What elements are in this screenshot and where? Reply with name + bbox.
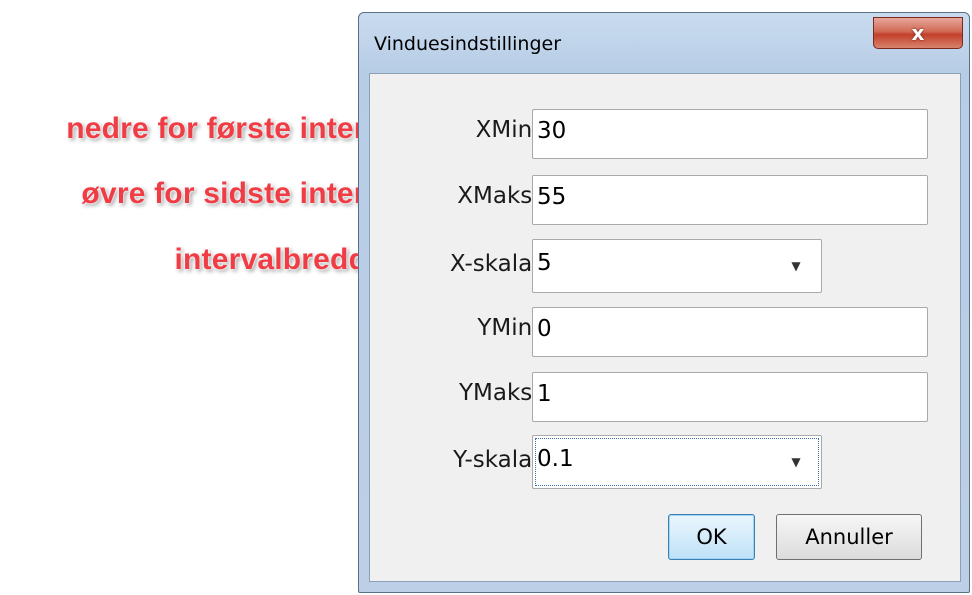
- annotation-xscale: intervalbredde: [174, 243, 384, 276]
- xmax-label: XMaks:: [457, 183, 540, 209]
- xscale-label: X-skala:: [449, 251, 540, 277]
- xmax-value: 55: [537, 184, 567, 210]
- annotation-xmin: nedre for første interval: [66, 112, 408, 145]
- ymin-row: YMin: 0: [370, 307, 960, 357]
- dialog-title: Vinduesindstillinger: [374, 33, 562, 55]
- xmin-value: 30: [537, 118, 567, 144]
- yscale-combobox[interactable]: 0.1 ▼: [532, 435, 822, 489]
- ymin-value: 0: [537, 316, 552, 342]
- ymax-input[interactable]: 1: [532, 372, 928, 422]
- xmax-row: XMaks: 55: [370, 175, 960, 225]
- ymin-input[interactable]: 0: [532, 307, 928, 357]
- xmin-input[interactable]: 30: [532, 109, 928, 159]
- close-icon: x: [911, 21, 925, 45]
- dialog-body: XMin: 30 XMaks: 55 X-skala: 5 ▼ YMin: 0: [369, 73, 961, 582]
- yscale-value: 0.1: [537, 446, 574, 472]
- ymax-value: 1: [537, 381, 552, 407]
- title-bar: Vinduesindstillinger x: [359, 13, 969, 71]
- xscale-row: X-skala: 5 ▼: [370, 239, 960, 293]
- chevron-down-icon[interactable]: ▼: [777, 246, 815, 286]
- xmin-label: XMin:: [475, 117, 540, 143]
- chevron-down-icon[interactable]: ▼: [777, 442, 815, 482]
- ok-button[interactable]: OK: [668, 514, 755, 560]
- ymax-label: YMaks:: [458, 380, 540, 406]
- cancel-button[interactable]: Annuller: [776, 514, 922, 560]
- yscale-row: Y-skala: 0.1 ▼: [370, 435, 960, 489]
- close-button[interactable]: x: [873, 17, 963, 49]
- ymax-row: YMaks: 1: [370, 372, 960, 422]
- xmin-row: XMin: 30: [370, 109, 960, 159]
- window-settings-dialog: Vinduesindstillinger x XMin: 30 XMaks: 5…: [358, 12, 970, 593]
- xscale-combobox[interactable]: 5 ▼: [532, 239, 822, 293]
- xscale-value: 5: [537, 250, 552, 276]
- ymin-label: YMin:: [477, 315, 540, 341]
- yscale-label: Y-skala:: [453, 447, 540, 473]
- xmax-input[interactable]: 55: [532, 175, 928, 225]
